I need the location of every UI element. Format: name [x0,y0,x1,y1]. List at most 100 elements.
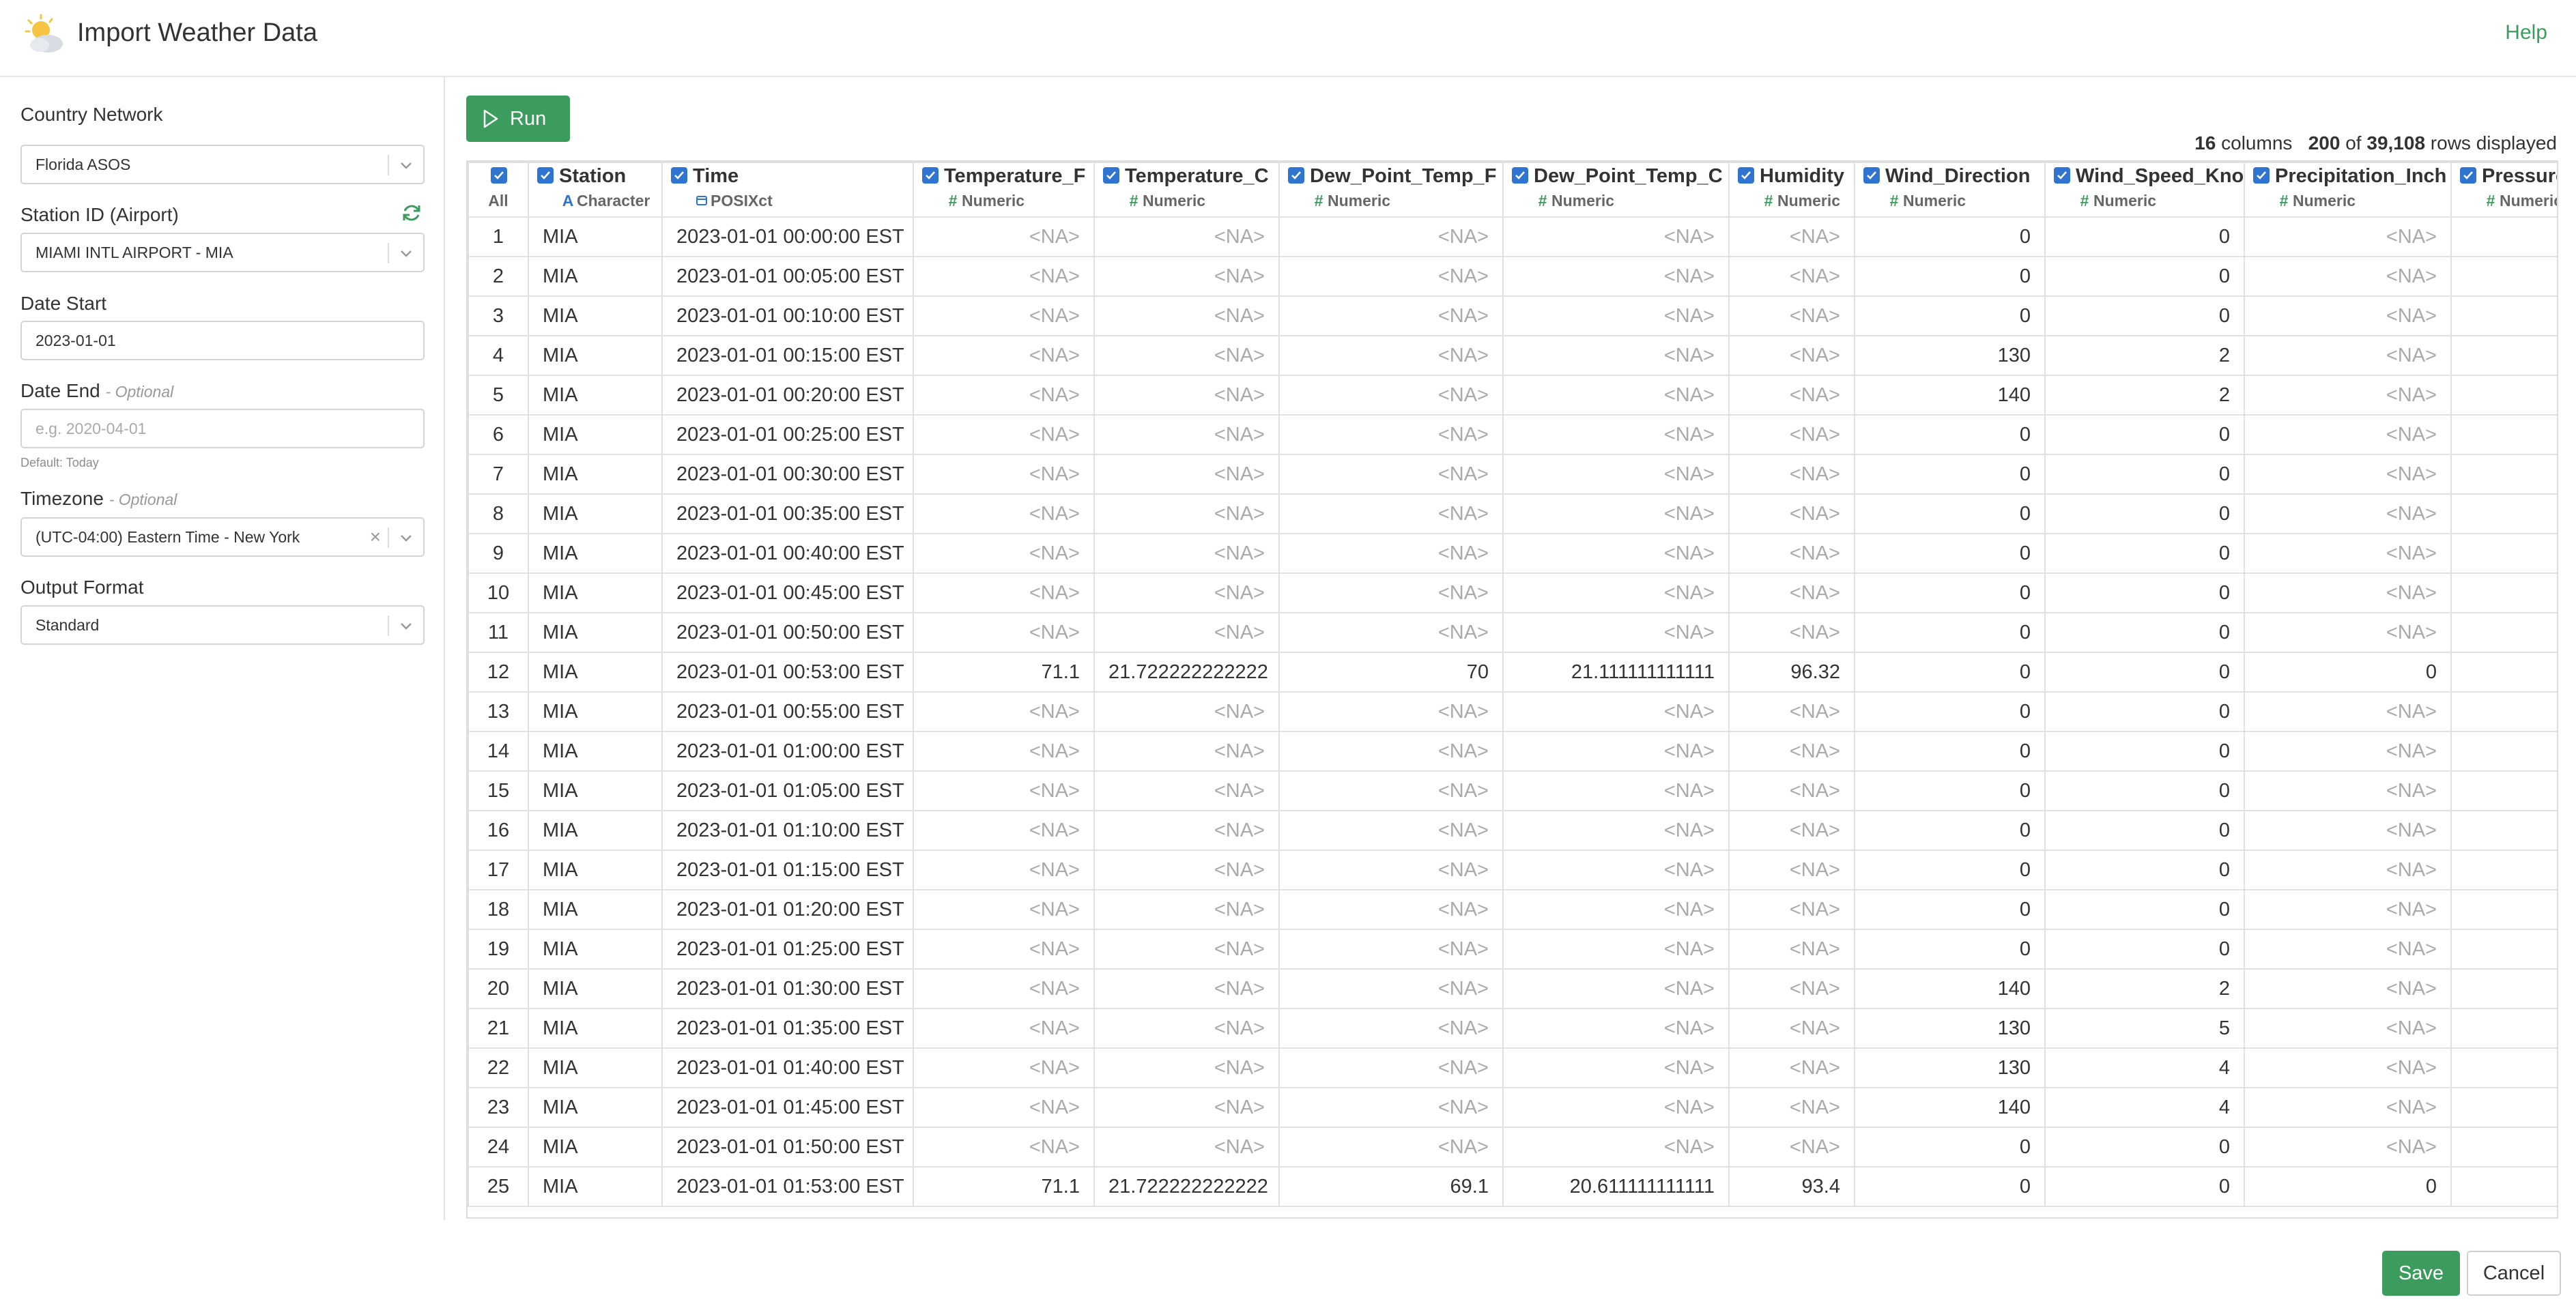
check-icon [1515,171,1525,179]
character-type-icon: A [562,192,574,209]
table-cell-na: <NA> [2244,968,2452,1009]
table-row[interactable]: 12 MIA 2023-01-01 00:53:00 EST 71.1 21.72222… [468,652,2557,693]
table-row[interactable]: 15 MIA 2023-01-01 01:05:00 EST <NA> <NA> <NA>… [468,770,2557,811]
table-cell: 0 [2044,533,2245,574]
column-checkbox[interactable] [2460,167,2476,184]
column-type-label: Numeric [1328,192,1391,209]
clear-icon[interactable]: × [370,527,381,547]
column-type-label: Numeric [1903,192,1966,209]
table-cell-na: <NA> [913,533,1095,574]
output-format-select[interactable]: Standard [20,605,425,645]
date-start-input[interactable]: 2023-01-01 [20,321,425,360]
cancel-button[interactable]: Cancel [2467,1251,2561,1296]
column-checkbox[interactable] [922,167,939,184]
column-header[interactable]: Precipitation_Inch # Numeric [2244,162,2452,218]
save-button[interactable]: Save [2382,1251,2460,1296]
table-row[interactable]: 3 MIA 2023-01-01 00:10:00 EST <NA> <NA> <NA> <… [468,295,2557,336]
check-icon [926,171,935,179]
column-header[interactable]: Humidity # Numeric [1728,162,1855,218]
column-header[interactable]: Wind_Direction # Numeric [1854,162,2046,218]
table-cell: 2023-01-01 01:30:00 EST [661,968,914,1009]
column-checkbox[interactable] [1288,167,1304,184]
check-icon [2057,171,2067,179]
column-header[interactable]: Temperature_C # Numeric [1093,162,1280,218]
row-number: 3 [468,295,529,336]
column-header[interactable]: Pressure # Numeric [2450,162,2557,218]
rows-shown: 200 [2308,132,2341,154]
table-row[interactable]: 11 MIA 2023-01-01 00:50:00 EST <NA> <NA> <NA>… [468,612,2557,653]
table-row[interactable]: 20 MIA 2023-01-01 01:30:00 EST <NA> <NA> <NA>… [468,968,2557,1009]
chevron-down-icon[interactable] [399,246,414,261]
column-header[interactable]: Station A Character [528,162,663,218]
column-checkbox[interactable] [2054,167,2070,184]
table-cell-na: <NA> [1278,810,1504,851]
help-link[interactable]: Help [2505,18,2547,48]
date-end-input[interactable]: e.g. 2020-04-01 [20,409,425,448]
run-button[interactable]: Run [466,96,570,142]
table-row[interactable]: 19 MIA 2023-01-01 01:25:00 EST <NA> <NA> <NA>… [468,929,2557,970]
column-checkbox[interactable] [537,167,554,184]
table-row[interactable]: 9 MIA 2023-01-01 00:40:00 EST <NA> <NA> <NA> <… [468,533,2557,574]
select-all-checkbox[interactable] [491,167,507,184]
table-row[interactable]: 16 MIA 2023-01-01 01:10:00 EST <NA> <NA> <NA>… [468,810,2557,851]
row-number: 18 [468,889,529,930]
column-checkbox[interactable] [2253,167,2270,184]
table-row[interactable]: 18 MIA 2023-01-01 01:20:00 EST <NA> <NA> <NA>… [468,889,2557,930]
table-cell: 20.611111111111 [1502,1166,1730,1207]
rows-label: rows displayed [2430,132,2557,154]
table-cell-na: <NA> [1278,454,1504,495]
column-header[interactable]: Wind_Speed_Knot # Numeric [2044,162,2245,218]
station-select[interactable]: MIAMI INTL AIRPORT - MIA [20,233,425,272]
column-header[interactable]: Time POSIXct [661,162,914,218]
table-row[interactable]: 4 MIA 2023-01-01 00:15:00 EST <NA> <NA> <NA> <… [468,335,2557,376]
table-cell: 0 [2044,612,2245,653]
table-row[interactable]: 5 MIA 2023-01-01 00:20:00 EST <NA> <NA> <NA> <… [468,375,2557,416]
table-row[interactable]: 22 MIA 2023-01-01 01:40:00 EST <NA> <NA> <NA>… [468,1047,2557,1088]
column-checkbox[interactable] [1738,167,1754,184]
chevron-down-icon[interactable] [399,158,414,173]
check-icon [2463,171,2473,179]
table-cell: MIA [528,375,663,416]
table-row[interactable]: 24 MIA 2023-01-01 01:50:00 EST <NA> <NA> <NA>… [468,1127,2557,1167]
chevron-down-icon[interactable] [399,530,414,545]
header: Import Weather Data Help [0,0,2576,77]
table-row[interactable]: 6 MIA 2023-01-01 00:25:00 EST <NA> <NA> <NA> <… [468,414,2557,455]
table-cell: 2023-01-01 01:20:00 EST [661,889,914,930]
table-row[interactable]: 14 MIA 2023-01-01 01:00:00 EST <NA> <NA> <NA>… [468,731,2557,772]
column-header[interactable]: Dew_Point_Temp_F # Numeric [1278,162,1504,218]
table-row[interactable]: 23 MIA 2023-01-01 01:45:00 EST <NA> <NA> <NA>… [468,1087,2557,1128]
table-row[interactable]: 17 MIA 2023-01-01 01:15:00 EST <NA> <NA> <NA>… [468,850,2557,890]
table-row[interactable]: 2 MIA 2023-01-01 00:05:00 EST <NA> <NA> <NA> <… [468,256,2557,297]
table-row[interactable]: 7 MIA 2023-01-01 00:30:00 EST <NA> <NA> <NA> <… [468,454,2557,495]
table-cell: 2023-01-01 00:25:00 EST [661,414,914,455]
table-row[interactable]: 21 MIA 2023-01-01 01:35:00 EST <NA> <NA> <NA>… [468,1008,2557,1049]
column-checkbox[interactable] [1863,167,1880,184]
table-cell-na: <NA> [913,968,1095,1009]
column-checkbox[interactable] [671,167,687,184]
run-label: Run [510,108,547,130]
table-cell: 0 [1854,929,2046,970]
table-cell-na: <NA> [1502,1008,1730,1049]
country-network-select[interactable]: Florida ASOS [20,145,425,184]
table-cell [2450,493,2557,534]
table-row[interactable]: 8 MIA 2023-01-01 00:35:00 EST <NA> <NA> <NA> <… [468,493,2557,534]
table-row[interactable]: 1 MIA 2023-01-01 00:00:00 EST <NA> <NA> <NA> <… [468,216,2557,257]
select-separator [388,243,389,263]
column-header[interactable]: Dew_Point_Temp_C # Numeric [1502,162,1730,218]
column-checkbox[interactable] [1103,167,1119,184]
column-checkbox[interactable] [1512,167,1528,184]
table-row[interactable]: 25 MIA 2023-01-01 01:53:00 EST 71.1 21.72222… [468,1166,2557,1207]
table-row[interactable]: 10 MIA 2023-01-01 00:45:00 EST <NA> <NA> <NA>… [468,572,2557,613]
column-header[interactable]: Temperature_F # Numeric [913,162,1095,218]
table-cell-na: <NA> [913,770,1095,811]
table-row[interactable]: 13 MIA 2023-01-01 00:55:00 EST <NA> <NA> <NA>… [468,691,2557,732]
output-format-value: Standard [35,616,100,634]
table-cell: MIA [528,414,663,455]
timezone-select[interactable]: (UTC-04:00) Eastern Time - New York × [20,517,425,557]
table-cell-na: <NA> [1728,1008,1855,1049]
row-number: 16 [468,810,529,851]
chevron-down-icon[interactable] [399,618,414,633]
refresh-icon[interactable] [401,202,423,224]
data-table-container[interactable]: All Station A Character Time POSIXct Temperat… [466,160,2558,1219]
table-cell: 0 [1854,652,2046,693]
